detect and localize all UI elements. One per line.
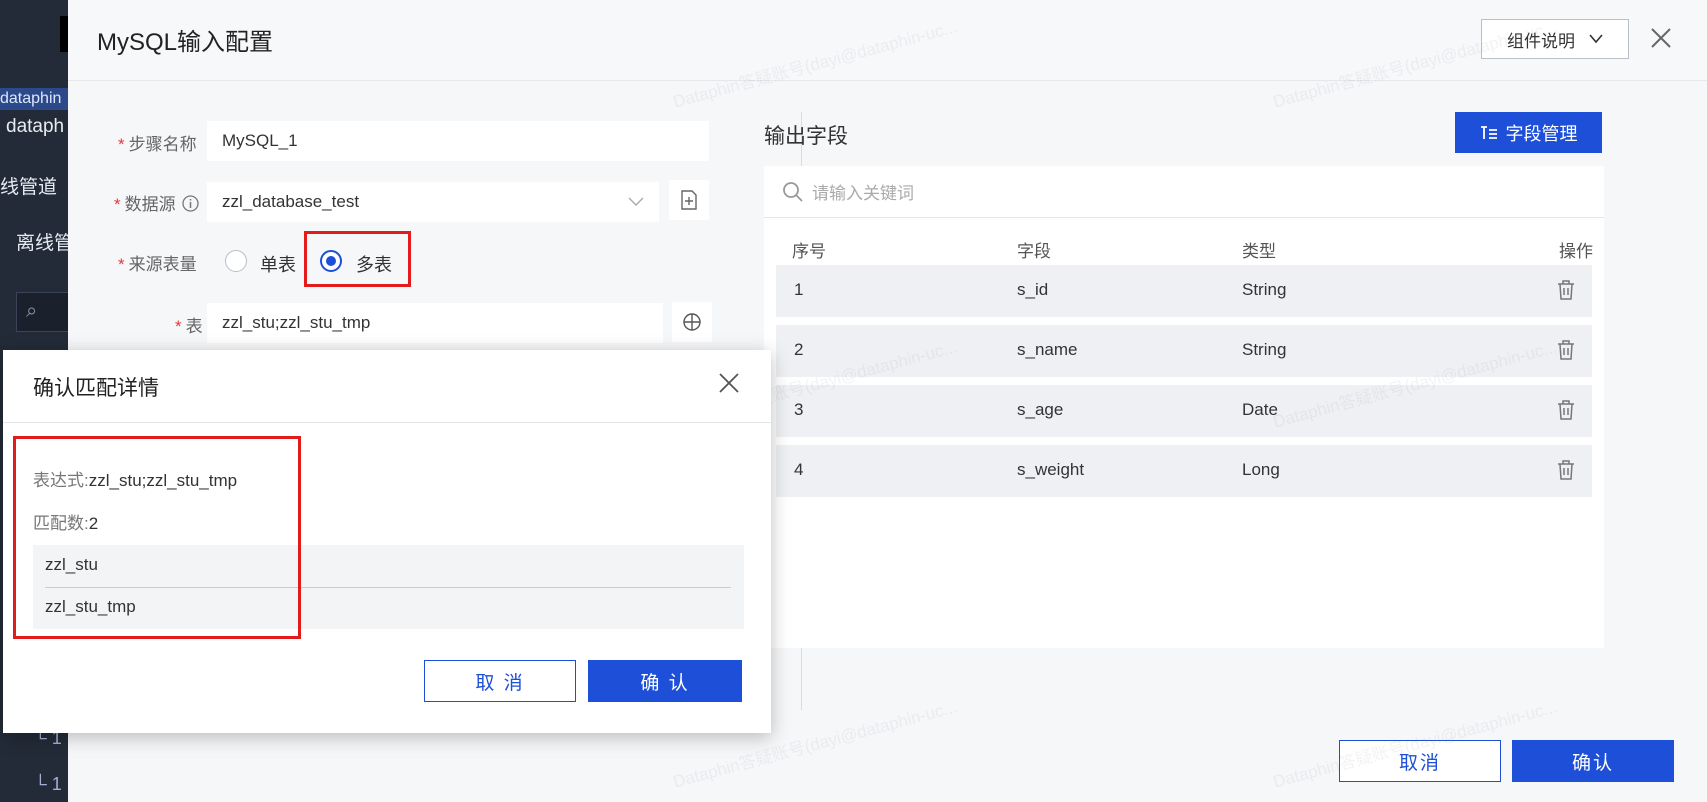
- table-match-button[interactable]: [672, 302, 712, 342]
- row-field: s_weight: [1017, 460, 1085, 479]
- delete-icon[interactable]: [1556, 459, 1576, 481]
- globe-icon: [683, 313, 701, 331]
- panel-title: MySQL输入配置: [97, 29, 274, 56]
- field-search-placeholder: 请输入关键词: [812, 184, 914, 203]
- row-field: s_name: [1017, 340, 1078, 359]
- output-fields-title: 输出字段: [764, 125, 848, 148]
- radio-single-table[interactable]: [225, 250, 247, 272]
- background-toolbar-block: [60, 16, 68, 52]
- field-manage-button[interactable]: 字段管理: [1455, 112, 1602, 153]
- row-index: 1: [794, 280, 804, 299]
- confirm-match-dialog: 确认匹配详情 表达式:zzl_stu;zzl_stu_tmp 匹配数:2 zzl…: [3, 350, 771, 733]
- component-docs-label: 组件说明: [1507, 31, 1575, 51]
- output-fields-card: 请输入关键词 序号 字段 类型 操作 1 s_id String 2 s_nam…: [764, 166, 1604, 648]
- background-item: dataph: [6, 116, 65, 137]
- panel-header: MySQL输入配置 组件说明: [68, 0, 1707, 81]
- dialog-confirm-button[interactable]: 确 认: [588, 660, 742, 702]
- column-header-action: 操作: [1559, 242, 1593, 261]
- table-row: 4 s_weight Long: [776, 445, 1592, 497]
- datasource-select[interactable]: zzl_database_test: [207, 182, 659, 222]
- row-type: Date: [1242, 400, 1278, 419]
- source-table-count-label: * 来源表量: [118, 255, 197, 274]
- table-row: 1 s_id String: [776, 265, 1592, 317]
- panel-confirm-button[interactable]: 确认: [1512, 740, 1674, 782]
- row-index: 3: [794, 400, 804, 419]
- chevron-down-icon: [628, 197, 644, 206]
- panel-cancel-button[interactable]: 取消: [1339, 740, 1501, 782]
- table-input[interactable]: zzl_stu;zzl_stu_tmp: [207, 303, 663, 343]
- search-icon: [783, 181, 803, 202]
- dialog-divider: [3, 422, 771, 423]
- background-search-box: [16, 292, 69, 332]
- row-type: String: [1242, 280, 1287, 299]
- background-item: 线管道: [0, 177, 58, 198]
- add-datasource-button[interactable]: [669, 180, 709, 220]
- row-index: 2: [794, 340, 804, 359]
- delete-icon[interactable]: [1556, 339, 1576, 361]
- info-icon: [182, 195, 200, 212]
- datasource-label: * 数据源: [114, 190, 200, 215]
- field-search-input[interactable]: 请输入关键词: [764, 166, 1604, 218]
- column-header-index: 序号: [792, 242, 826, 261]
- row-field: s_id: [1017, 280, 1049, 299]
- background-search-icon: ⌕: [26, 300, 38, 322]
- step-name-input[interactable]: MySQL_1: [207, 121, 709, 161]
- component-docs-button[interactable]: 组件说明: [1481, 19, 1629, 59]
- chevron-down-icon: [1589, 34, 1603, 44]
- delete-icon[interactable]: [1556, 399, 1576, 421]
- table-label: * 表: [175, 317, 203, 336]
- dialog-title: 确认匹配详情: [33, 377, 159, 400]
- step-name-label: * 步骤名称: [118, 135, 197, 154]
- close-icon[interactable]: [718, 372, 740, 394]
- datasource-value: zzl_database_test: [222, 192, 360, 211]
- delete-icon[interactable]: [1556, 279, 1576, 301]
- highlight-box: [13, 436, 301, 639]
- row-type: Long: [1242, 460, 1280, 479]
- field-manage-label: 字段管理: [1505, 123, 1578, 144]
- close-icon[interactable]: [1649, 26, 1673, 50]
- row-type: String: [1242, 340, 1287, 359]
- column-header-field: 字段: [1017, 242, 1051, 261]
- background-tree-item: └ 1: [34, 774, 62, 794]
- list-manage-icon: [1480, 125, 1497, 139]
- highlight-box: [304, 231, 411, 287]
- table-row: 2 s_name String: [776, 325, 1592, 377]
- table-row: 3 s_age Date: [776, 385, 1592, 437]
- radio-single-table-label: 单表: [260, 255, 296, 275]
- add-file-icon: [681, 190, 697, 210]
- row-field: s_age: [1017, 400, 1064, 419]
- background-selected-text: dataphin: [0, 88, 68, 110]
- dialog-cancel-button[interactable]: 取 消: [424, 660, 576, 702]
- column-header-type: 类型: [1242, 242, 1276, 261]
- row-index: 4: [794, 460, 804, 479]
